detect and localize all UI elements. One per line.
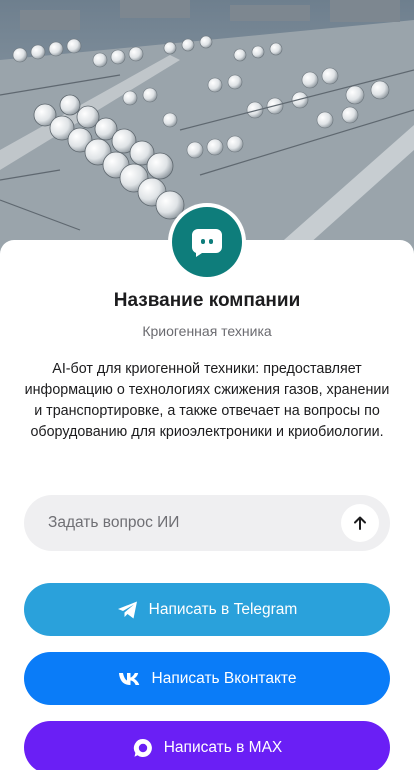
vkontakte-button-label: Написать Вконтакте xyxy=(151,669,297,687)
telegram-button-label: Написать в Telegram xyxy=(148,600,298,618)
ask-ai-field xyxy=(24,495,390,551)
chat-bot-icon xyxy=(191,229,222,257)
company-avatar xyxy=(168,203,246,281)
company-description: AI-бот для криогенной техники: предостав… xyxy=(24,361,390,440)
max-button-label: Написать в MAX xyxy=(163,738,283,756)
max-button[interactable]: Написать в MAX xyxy=(24,721,390,770)
send-button[interactable] xyxy=(341,504,379,542)
avatar-circle xyxy=(172,207,242,277)
vkontakte-button[interactable]: Написать Вконтакте xyxy=(24,652,390,705)
ask-ai-input[interactable] xyxy=(48,514,390,532)
max-icon xyxy=(132,737,154,759)
telegram-icon xyxy=(117,600,139,620)
company-tagline: Криогенная техника xyxy=(142,323,272,339)
arrow-up-icon xyxy=(354,516,366,530)
vk-icon xyxy=(118,672,142,686)
telegram-button[interactable]: Написать в Telegram xyxy=(24,583,390,636)
company-name: Название компании xyxy=(113,290,301,311)
